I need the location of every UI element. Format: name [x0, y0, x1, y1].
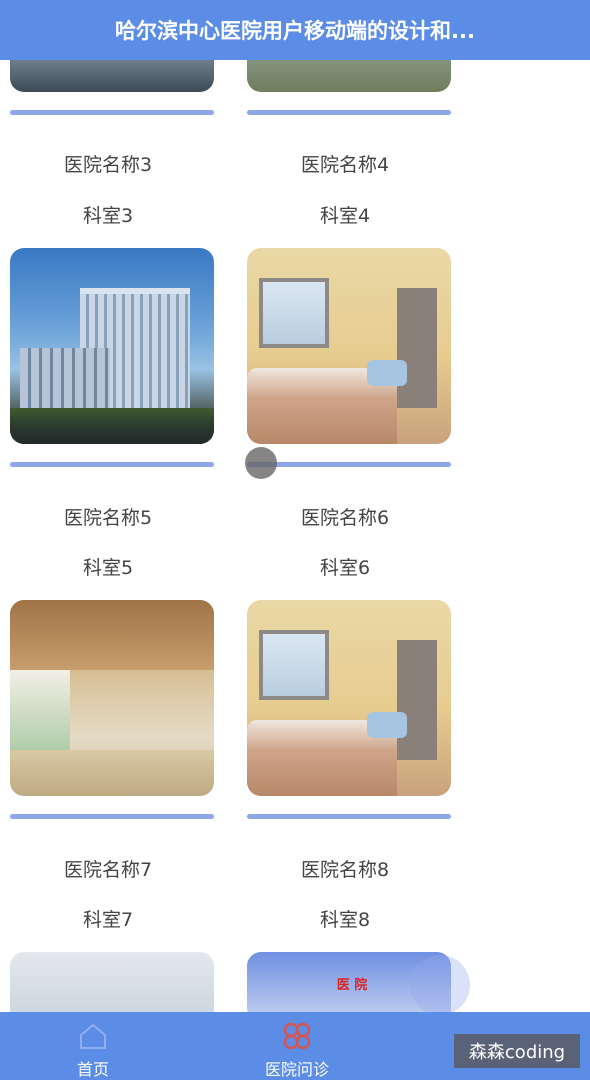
card-divider	[247, 814, 451, 819]
nav-home[interactable]: 首页	[33, 1012, 153, 1080]
page-title: 哈尔滨中心医院用户移动端的设计和...	[115, 19, 475, 43]
clinic-icon	[283, 1022, 311, 1050]
hospital-sign: 医 院	[336, 978, 368, 993]
hospital-image	[247, 600, 451, 796]
hospital-image	[247, 248, 451, 444]
hospital-name: 医院名称3	[63, 154, 153, 176]
home-icon	[80, 1023, 106, 1049]
card-divider	[10, 462, 214, 467]
card-divider	[10, 110, 214, 115]
hospital-dept: 科室3	[82, 205, 134, 227]
hospital-name: 医院名称8	[300, 859, 390, 881]
hospital-name: 医院名称6	[300, 507, 390, 529]
watermark: 森森coding	[454, 1034, 580, 1068]
card-divider	[247, 462, 451, 467]
hospital-dept: 科室6	[319, 557, 371, 579]
hospital-name: 医院名称5	[63, 507, 153, 529]
hospital-grid: 医院名称3 科室3 医院名称4 科室4 医院名称5 科室5 医院名称6 科室6 …	[0, 0, 590, 1080]
nav-clinic[interactable]: 医院问诊	[237, 1012, 357, 1080]
nav-home-label: 首页	[76, 1060, 109, 1079]
card-divider	[10, 814, 214, 819]
page-header: 哈尔滨中心医院用户移动端的设计和...	[0, 0, 590, 60]
hospital-dept: 科室8	[319, 909, 371, 931]
hospital-name: 医院名称4	[300, 154, 390, 176]
card-divider	[247, 110, 451, 115]
hospital-name: 医院名称7	[63, 859, 153, 881]
hospital-image	[10, 248, 214, 444]
scroll-indicator-dot	[245, 447, 277, 479]
hospital-dept: 科室4	[319, 205, 371, 227]
hospital-dept: 科室7	[82, 909, 134, 931]
hospital-image	[10, 600, 214, 796]
overlay-blur	[410, 955, 470, 1015]
hospital-dept: 科室5	[82, 557, 134, 579]
nav-clinic-label: 医院问诊	[264, 1060, 329, 1079]
